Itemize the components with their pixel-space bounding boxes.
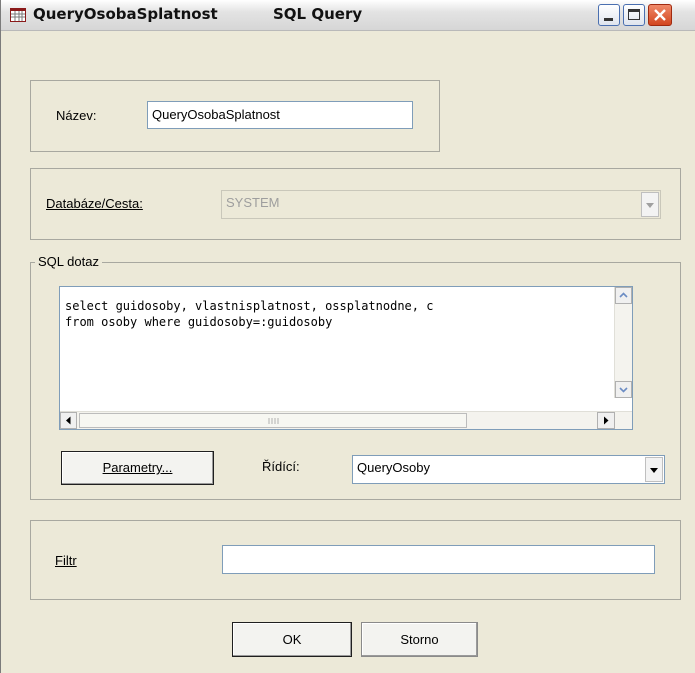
scroll-left-icon <box>66 416 71 425</box>
scroll-down-icon <box>619 387 628 393</box>
filter-label-accel: Filtr <box>55 553 77 568</box>
sql-line-1: select guidosoby, vlastnisplatnost, ossp… <box>65 299 434 313</box>
database-select[interactable]: SYSTEM <box>221 190 661 219</box>
master-value: QueryOsoby <box>357 460 430 475</box>
minimize-button[interactable] <box>598 4 620 26</box>
parameters-button-label: Parametry... <box>102 460 173 475</box>
close-icon <box>654 9 666 21</box>
scroll-up-icon <box>619 292 628 298</box>
scroll-right-button[interactable] <box>597 412 615 429</box>
vertical-scrollbar[interactable] <box>614 287 632 398</box>
maximize-icon <box>628 9 640 20</box>
database-value: SYSTEM <box>226 195 280 210</box>
filter-input[interactable] <box>222 545 655 574</box>
scroll-thumb[interactable] <box>79 413 467 428</box>
sql-group-label: SQL dotaz <box>35 254 102 269</box>
ok-button[interactable]: OK <box>232 622 352 657</box>
window-title-type: SQL Query <box>273 5 363 23</box>
scroll-down-button[interactable] <box>615 381 632 398</box>
sql-line-2: from osoby where guidosoby=:guidosoby <box>65 315 333 329</box>
title-bar[interactable]: QueryOsobaSplatnost SQL Query <box>1 0 695 31</box>
filter-label: Filtr <box>55 553 77 568</box>
name-input[interactable]: QueryOsobaSplatnost <box>147 101 413 129</box>
window-title-name: QueryOsobaSplatnost <box>33 5 218 23</box>
minimize-icon <box>604 18 613 21</box>
cancel-button[interactable]: Storno <box>361 622 478 657</box>
close-button[interactable] <box>648 4 672 26</box>
scroll-right-icon <box>604 416 609 425</box>
database-label-accel: Databáze/Cesta: <box>46 196 143 211</box>
name-label: Název: <box>56 108 97 123</box>
parameters-button[interactable]: Parametry... <box>61 451 214 485</box>
horizontal-scrollbar[interactable] <box>60 411 632 429</box>
grip-icon <box>268 418 279 424</box>
dropdown-arrow-icon <box>641 192 659 217</box>
dropdown-arrow-icon[interactable] <box>645 457 663 482</box>
app-icon <box>10 8 26 22</box>
maximize-button[interactable] <box>623 4 645 26</box>
master-select[interactable]: QueryOsoby <box>352 455 665 484</box>
scroll-up-button[interactable] <box>615 287 632 304</box>
database-label: Databáze/Cesta: <box>46 196 143 211</box>
dialog-window: QueryOsobaSplatnost SQL Query Název: Que… <box>0 0 695 673</box>
sql-editor[interactable]: select guidosoby, vlastnisplatnost, ossp… <box>59 286 633 430</box>
master-label: Řídící: <box>262 459 300 474</box>
scroll-left-button[interactable] <box>60 412 77 429</box>
